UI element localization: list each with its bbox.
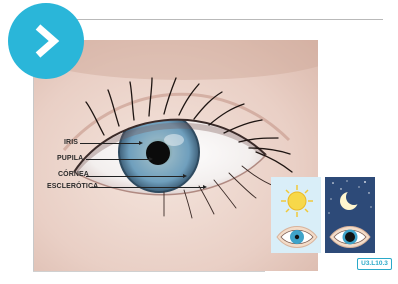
label-iris: IRIS: [64, 139, 79, 146]
bottom-rule: [33, 271, 265, 272]
moon-icon: [340, 189, 362, 210]
leader-cornea: [86, 174, 187, 178]
eye-small-pupil-icon: [276, 226, 318, 248]
daylight-panel: [271, 177, 321, 253]
next-button[interactable]: [8, 3, 84, 79]
top-rule: [33, 19, 383, 20]
leader-esclerotica: [90, 185, 207, 189]
chevron-right-icon: [35, 24, 60, 58]
label-pupila: PUPILA: [57, 155, 84, 162]
sun-icon: [281, 185, 313, 217]
leader-iris: [80, 141, 143, 145]
night-panel: [325, 177, 375, 253]
reference-code-badge: U3.L10.3: [357, 258, 392, 270]
label-cornea: CÓRNEA: [58, 171, 89, 178]
leader-pupila: [86, 157, 153, 161]
eye-large-pupil-icon: [329, 226, 371, 248]
